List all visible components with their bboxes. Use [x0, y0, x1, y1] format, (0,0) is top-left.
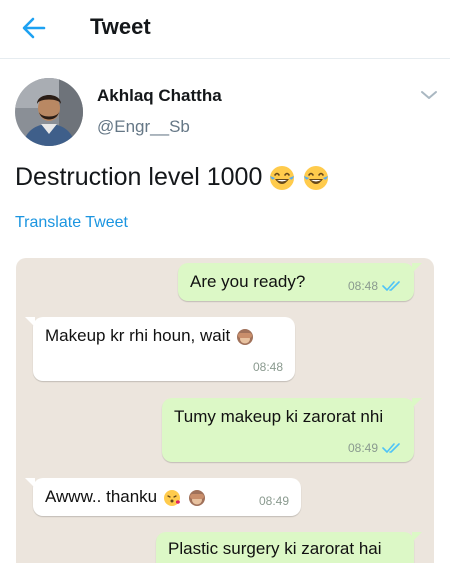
message-text-wrap: Makeup kr rhi houn, wait	[45, 326, 255, 347]
message-text: Tumy makeup ki zarorat nhi	[174, 407, 384, 426]
bubble-tail	[412, 532, 422, 542]
tears-of-joy-emoji-icon	[270, 165, 295, 190]
chat-message-outgoing: Are you ready? 08:48	[178, 263, 422, 301]
message-time: 08:49	[258, 494, 289, 508]
message-text: Are you ready?	[190, 272, 306, 291]
chat-message-incoming: Awww.. thanku 08:49	[25, 478, 301, 516]
message-text: Awww.. thanku	[45, 487, 158, 506]
avatar-image	[15, 78, 83, 146]
header-divider	[0, 58, 450, 59]
message-time: 08:49	[347, 441, 378, 455]
page-title: Tweet	[90, 14, 151, 39]
see-no-evil-monkey-icon	[236, 328, 253, 345]
message-time: 08:48	[252, 360, 283, 374]
message-time: 08:48	[347, 279, 378, 293]
see-no-evil-monkey-icon	[188, 489, 205, 506]
tweet-text: Destruction level 1000	[15, 163, 330, 192]
translate-tweet-link[interactable]: Translate Tweet	[15, 214, 128, 232]
avatar[interactable]	[15, 78, 83, 146]
chat-screenshot-image: Are you ready? 08:48 Makeup kr rhi houn,…	[16, 258, 434, 563]
tweet-body: Destruction level 1000	[15, 163, 263, 191]
chat-message-outgoing: Plastic surgery ki zarorat hai	[156, 532, 422, 563]
bubble-tail	[25, 317, 35, 327]
chevron-down-icon[interactable]	[419, 87, 439, 103]
kissing-face-icon	[163, 489, 180, 506]
tears-of-joy-emoji-icon	[304, 165, 329, 190]
bubble-tail	[412, 263, 422, 273]
double-check-icon	[382, 443, 400, 453]
author-name[interactable]: Akhlaq Chattha	[97, 86, 222, 106]
message-meta: 08:49	[348, 441, 402, 455]
bubble-tail	[25, 478, 35, 488]
message-text: Makeup kr rhi houn, wait	[45, 326, 231, 345]
chat-message-incoming: Makeup kr rhi houn, wait 08:48	[25, 317, 295, 381]
top-bar: Tweet	[0, 0, 450, 56]
message-text: Plastic surgery ki zarorat hai	[168, 539, 382, 558]
bubble-tail	[412, 398, 422, 408]
author-handle[interactable]: @Engr__Sb	[97, 117, 190, 137]
message-text-wrap: Awww.. thanku	[45, 487, 207, 508]
double-check-icon	[382, 281, 400, 291]
arrow-left-icon[interactable]	[20, 14, 48, 42]
message-meta: 08:48	[348, 279, 402, 293]
chat-message-outgoing: Tumy makeup ki zarorat nhi 08:49	[162, 398, 422, 462]
